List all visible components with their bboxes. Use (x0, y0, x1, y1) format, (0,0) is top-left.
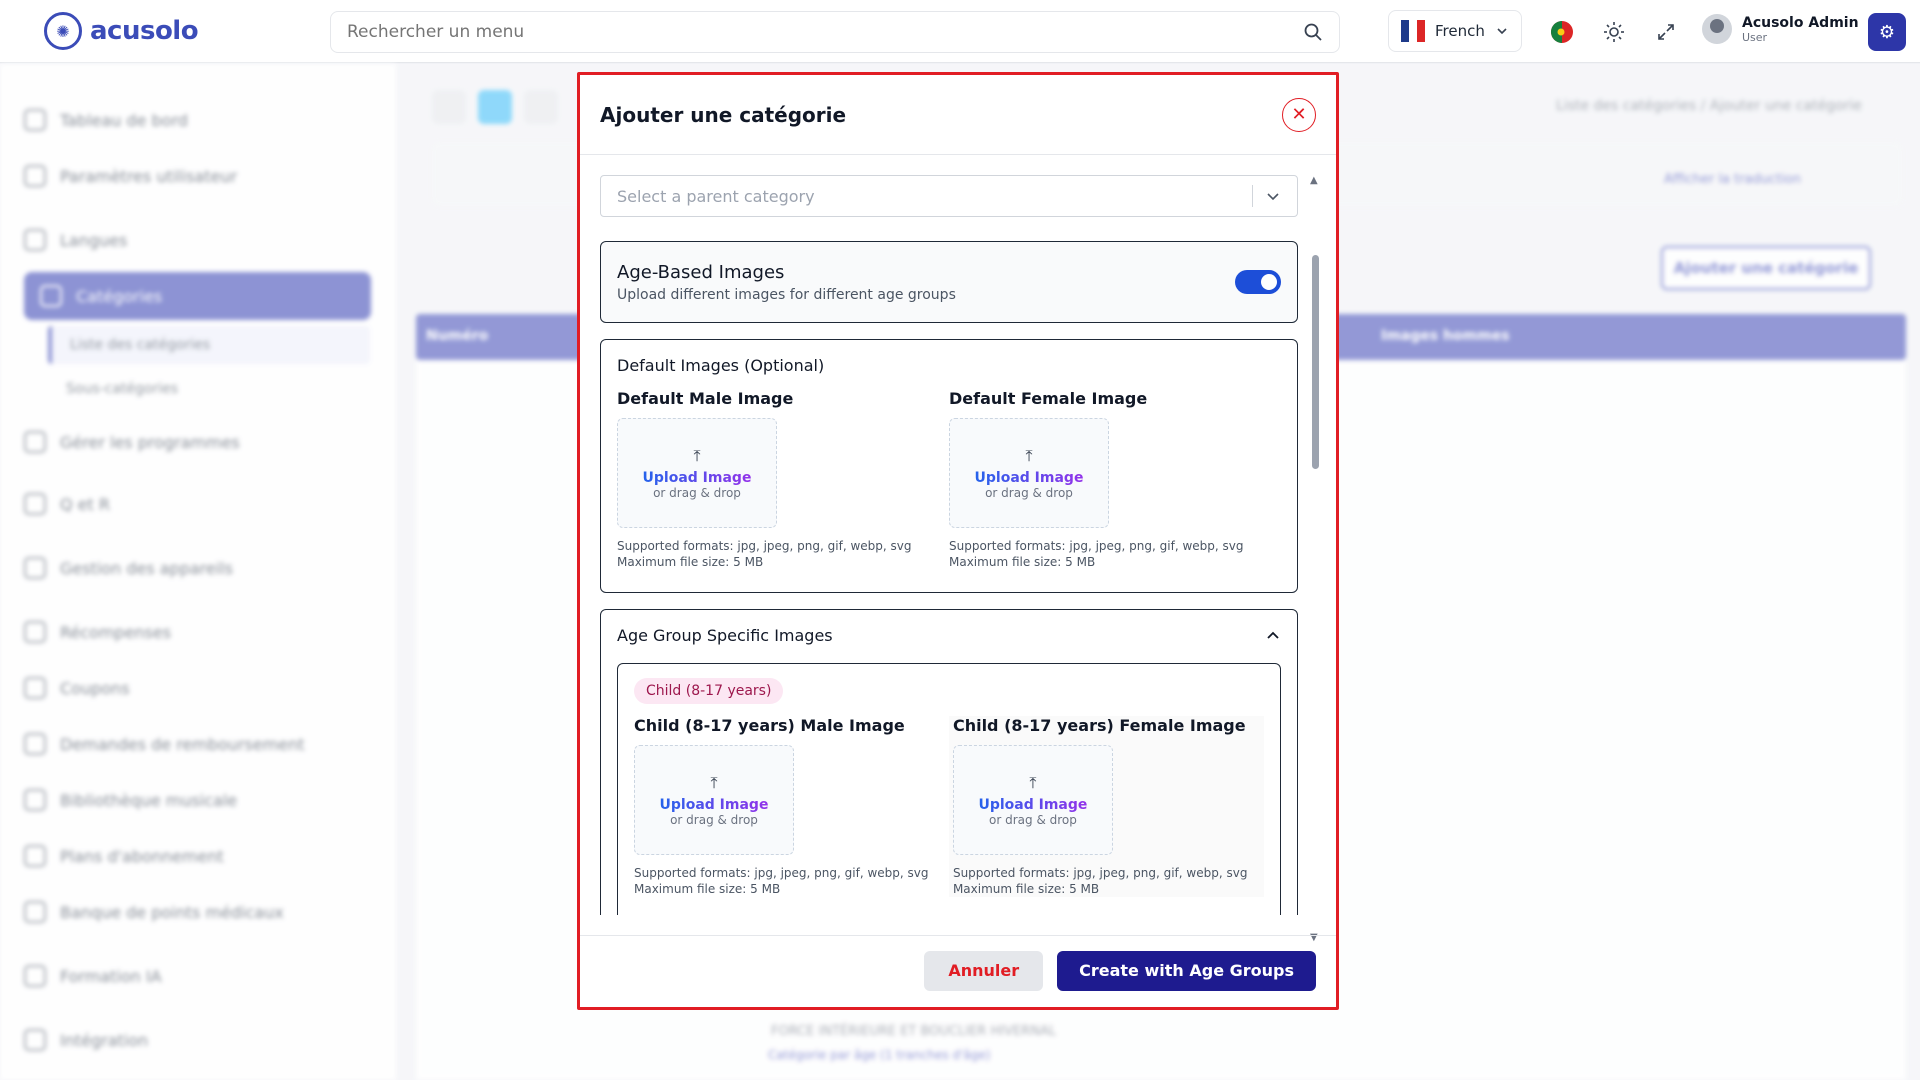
france-flag-icon (1401, 20, 1425, 42)
search-bar[interactable] (330, 11, 1340, 53)
supported-formats: Supported formats: jpg, jpeg, png, gif, … (949, 539, 1244, 553)
supported-formats: Supported formats: jpg, jpeg, png, gif, … (617, 539, 912, 553)
logo-mark-icon: ✺ (44, 12, 82, 50)
max-file-size: Maximum file size: 5 MB (617, 555, 764, 569)
child-male-column: Child (8-17 years) Male Image ⤒ Upload I… (634, 716, 949, 897)
child-male-upload[interactable]: ⤒ Upload Image or drag & drop (634, 745, 794, 855)
upload-icon: ⤒ (693, 446, 701, 465)
search-input[interactable] (347, 22, 1247, 42)
parent-category-placeholder: Select a parent category (617, 186, 815, 206)
close-icon[interactable]: ✕ (1282, 97, 1316, 132)
supported-formats: Supported formats: jpg, jpeg, png, gif, … (952, 866, 1248, 880)
default-images-title: Default Images (Optional) (617, 356, 825, 375)
chevron-down-icon (1497, 28, 1507, 35)
child-male-label: Child (8-17 years) Male Image (634, 716, 905, 735)
scrollbar-thumb[interactable] (1312, 255, 1319, 469)
age-group-badge: Child (8-17 years) (634, 678, 784, 704)
upload-hint: Supported formats: jpg, jpeg, png, gif, … (617, 538, 949, 570)
default-male-column: Default Male Image ⤒ Upload Image or dra… (617, 389, 949, 570)
create-with-age-groups-button[interactable]: Create with Age Groups (1057, 950, 1316, 991)
logo-text: acusolo (90, 16, 199, 46)
upload-icon: ⤒ (710, 773, 718, 792)
logo[interactable]: ✺ acusolo (44, 12, 199, 50)
language-selector[interactable]: French (1388, 10, 1522, 52)
modal-footer: Annuler Create with Age Groups (580, 935, 1336, 1005)
child-female-upload[interactable]: ⤒ Upload Image or drag & drop (952, 745, 1113, 855)
child-female-column: Child (8-17 years) Female Image ⤒ Upload… (948, 716, 1264, 897)
age-group-child: Child (8-17 years) Child (8-17 years) Ma… (617, 663, 1281, 915)
gear-icon[interactable]: ⚙ (1868, 13, 1906, 51)
search-icon[interactable] (1303, 22, 1323, 42)
age-based-title: Age-Based Images (617, 261, 785, 283)
top-bar: ✺ acusolo French Acusolo Admin User ⚙ (0, 0, 1920, 63)
modal-header: Ajouter une catégorie ✕ (580, 75, 1336, 155)
upload-hint: Supported formats: jpg, jpeg, png, gif, … (953, 865, 1264, 897)
modal-body[interactable]: Select a parent category Age-Based Image… (600, 175, 1302, 915)
fullscreen-icon[interactable] (1650, 16, 1682, 48)
user-menu[interactable]: Acusolo Admin User (1702, 14, 1859, 44)
upload-icon: ⤒ (1025, 446, 1033, 465)
chevron-up-icon[interactable] (1265, 628, 1281, 644)
default-female-label: Default Female Image (949, 389, 1148, 408)
max-file-size: Maximum file size: 5 MB (949, 555, 1096, 569)
theme-toggle-icon[interactable] (1598, 16, 1630, 48)
supported-formats: Supported formats: jpg, jpeg, png, gif, … (634, 866, 929, 880)
upload-icon: ⤒ (1029, 773, 1037, 792)
age-based-subtitle: Upload different images for different ag… (617, 286, 956, 303)
user-name: Acusolo Admin (1742, 14, 1859, 31)
scroll-up-icon[interactable]: ▲ (1310, 175, 1318, 186)
upload-main-text: Upload Image (974, 470, 1084, 486)
age-based-toggle[interactable] (1235, 270, 1281, 294)
age-based-images-card: Age-Based Images Upload different images… (600, 241, 1298, 323)
upload-main-text: Upload Image (978, 797, 1088, 813)
default-male-label: Default Male Image (617, 389, 794, 408)
upload-main-text: Upload Image (659, 797, 769, 813)
avatar (1702, 14, 1732, 44)
age-group-title: Age Group Specific Images (617, 626, 833, 645)
upload-hint: Supported formats: jpg, jpeg, png, gif, … (634, 865, 949, 897)
default-female-column: Default Female Image ⤒ Upload Image or d… (949, 389, 1281, 570)
modal-scrollbar[interactable]: ▲ ▼ (1310, 175, 1320, 943)
portugal-flag-icon[interactable] (1546, 16, 1578, 48)
upload-sub-text: or drag & drop (985, 486, 1073, 500)
max-file-size: Maximum file size: 5 MB (634, 882, 781, 896)
age-group-images-card: Age Group Specific Images Child (8-17 ye… (600, 609, 1298, 915)
child-female-label: Child (8-17 years) Female Image (952, 716, 1246, 735)
upload-sub-text: or drag & drop (989, 813, 1077, 827)
modal-title: Ajouter une catégorie (600, 102, 847, 127)
default-images-card: Default Images (Optional) Default Male I… (600, 339, 1298, 593)
max-file-size: Maximum file size: 5 MB (952, 882, 1100, 896)
cancel-button[interactable]: Annuler (924, 950, 1044, 991)
upload-sub-text: or drag & drop (670, 813, 758, 827)
parent-category-select[interactable]: Select a parent category (600, 175, 1298, 217)
upload-hint: Supported formats: jpg, jpeg, png, gif, … (949, 538, 1281, 570)
user-role: User (1742, 30, 1768, 44)
add-category-modal: Ajouter une catégorie ✕ Select a parent … (577, 72, 1339, 1010)
language-label: French (1435, 22, 1485, 40)
default-female-upload[interactable]: ⤒ Upload Image or drag & drop (949, 418, 1109, 528)
chevron-down-icon[interactable] (1265, 188, 1281, 204)
upload-main-text: Upload Image (642, 470, 752, 486)
default-male-upload[interactable]: ⤒ Upload Image or drag & drop (617, 418, 777, 528)
upload-sub-text: or drag & drop (653, 486, 741, 500)
